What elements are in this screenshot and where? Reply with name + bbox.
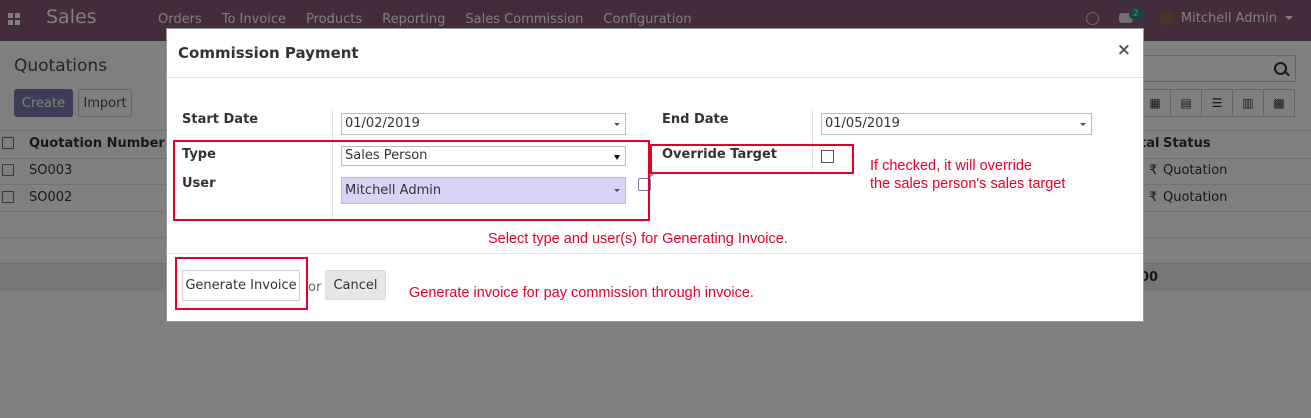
- start-date-field[interactable]: 01/02/2019: [341, 113, 626, 135]
- or-text: or: [308, 280, 322, 295]
- override-note-line2: the sales person's sales target: [870, 176, 1066, 192]
- end-date-label: End Date: [662, 112, 729, 127]
- end-date-field[interactable]: 01/05/2019: [821, 113, 1092, 135]
- modal-title: Commission Payment: [178, 44, 359, 62]
- end-date-value: 01/05/2019: [825, 116, 900, 131]
- override-note-line1: If checked, it will override: [870, 158, 1032, 174]
- close-icon[interactable]: ×: [1117, 40, 1131, 60]
- modal-header: Commission Payment ×: [167, 29, 1143, 78]
- generate-note: Generate invoice for pay commission thro…: [409, 285, 754, 301]
- highlight-generate: [175, 257, 308, 310]
- highlight-override: [650, 144, 854, 174]
- modal-footer-divider: [167, 253, 1143, 254]
- type-user-note: Select type and user(s) for Generating I…: [488, 231, 788, 247]
- cancel-button[interactable]: Cancel: [325, 270, 386, 300]
- start-date-label: Start Date: [182, 112, 259, 127]
- highlight-type-user: [173, 140, 650, 221]
- chevron-down-icon: [1080, 123, 1086, 126]
- chevron-down-icon: [614, 123, 620, 126]
- start-date-value: 01/02/2019: [345, 116, 420, 131]
